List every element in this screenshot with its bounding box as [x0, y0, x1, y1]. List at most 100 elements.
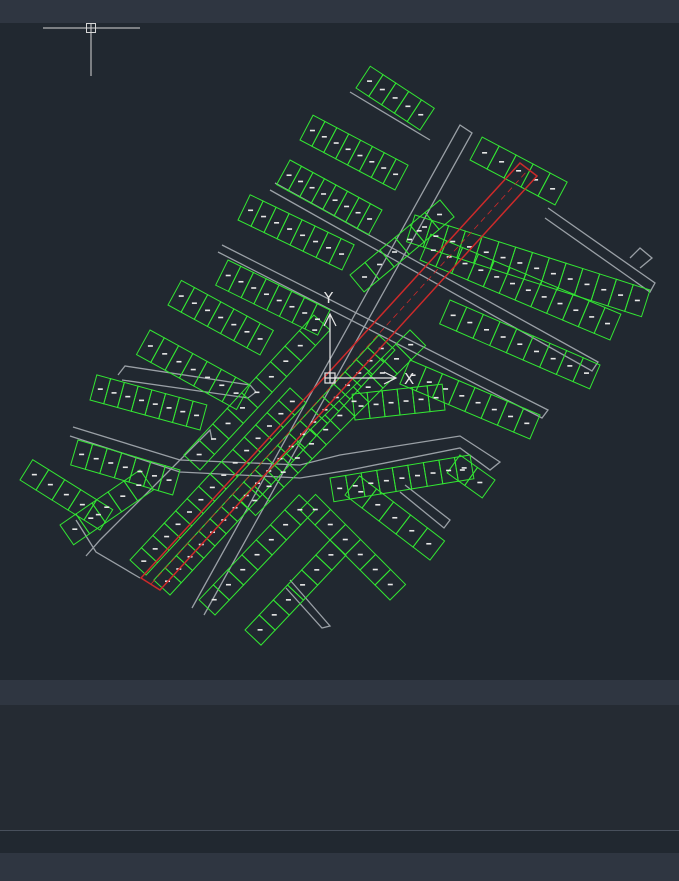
lot-number-label [297, 344, 303, 347]
lot-number-label [219, 384, 225, 387]
lot-number-label [280, 471, 286, 473]
lot-number-label [392, 516, 398, 519]
lot-number-label [367, 218, 373, 220]
ucs-y-label: Y [323, 289, 334, 307]
lot-number-label [342, 538, 348, 541]
lot-number-label [211, 598, 217, 601]
lot-number-label [567, 278, 573, 280]
lot-number-label [152, 548, 158, 550]
lot-number-label [375, 503, 381, 506]
lot-number-label [405, 105, 411, 108]
lot-number-label [508, 415, 514, 418]
lot-number-label [257, 338, 263, 340]
lot-number-label [337, 414, 343, 417]
lot-number-label [352, 485, 358, 487]
drawing-canvas[interactable]: Y X [0, 23, 679, 680]
lot-number-label [108, 462, 114, 464]
lot-number-label [79, 453, 85, 456]
lot-number-label [180, 410, 186, 413]
lot-number-label [263, 293, 269, 296]
lot-number-label [286, 174, 292, 177]
lot-number-label [524, 422, 530, 425]
lot-number-label [266, 425, 272, 427]
lot-number-label [365, 386, 371, 388]
lot-number-label [573, 309, 579, 312]
lot-number-label [297, 508, 303, 511]
site-plan-drawing[interactable]: Y X [0, 23, 679, 680]
lot-number-label [276, 299, 282, 302]
lot-number-label [358, 405, 364, 407]
lot-number-label [332, 199, 338, 202]
lot-number-label [557, 302, 563, 305]
lot-number-label [79, 503, 85, 506]
lot-number-label [368, 482, 374, 485]
highlighted-road-strip[interactable] [139, 161, 539, 591]
command-input[interactable] [0, 831, 679, 853]
lot-number-label [516, 170, 522, 172]
lot-number-label [351, 400, 357, 403]
lot-number-label [372, 568, 378, 571]
lot-number-label [478, 269, 484, 272]
lot-number-label [328, 554, 334, 556]
lot-number-label [162, 353, 168, 355]
lot-number-label [209, 486, 215, 489]
lot-number-label [379, 88, 385, 91]
lot-number-label [605, 322, 611, 325]
layout-tabs-strip [0, 680, 679, 705]
lot-number-label [323, 428, 329, 431]
lot-number-label [231, 323, 237, 326]
lot-number-label [254, 391, 260, 394]
lot-number-label [467, 321, 473, 324]
lot-number-label [266, 485, 272, 488]
lot-number-label [289, 400, 295, 403]
lot-number-label [337, 487, 343, 490]
lot-number-label [525, 289, 531, 292]
lot-number-label [550, 272, 556, 275]
lot-number-label [139, 399, 145, 402]
lot-number-label [475, 401, 481, 404]
lot-number-label [309, 443, 315, 445]
lot-number-label [309, 186, 315, 189]
lot-number-label [450, 240, 456, 243]
lot-number-label [294, 457, 300, 459]
lot-number-label [314, 318, 320, 321]
lot-number-label [416, 230, 422, 232]
lot-number-label [283, 360, 289, 363]
lot-number-label [327, 523, 333, 526]
lot-number-label [47, 483, 53, 486]
lot-number-label [462, 262, 468, 265]
lot-number-label [601, 288, 607, 291]
lot-number-label [268, 538, 274, 541]
lot-number-label [313, 240, 319, 243]
lot-number-label [300, 234, 306, 237]
lot-number-label [433, 235, 439, 237]
lot-number-label [345, 148, 351, 151]
lot-number-label [403, 400, 409, 402]
lot-number-label [533, 350, 539, 353]
lot-number-label [459, 395, 465, 397]
lot-number-label [355, 211, 361, 214]
lot-number-label [255, 437, 261, 440]
lot-parcels [19, 65, 651, 646]
lot-number-label [388, 401, 394, 404]
lot-number-label [459, 469, 465, 471]
lot-number-label [254, 553, 260, 556]
lot-number-label [141, 560, 147, 562]
lot-number-label [251, 287, 257, 289]
lot-number-label [63, 493, 69, 496]
lot-number-label [358, 490, 364, 493]
lot-labels [31, 80, 640, 631]
lot-number-label [446, 469, 452, 472]
lot-number-label [437, 213, 443, 216]
lot-number-label [164, 535, 170, 538]
lot-number-label [302, 312, 308, 314]
lot-number-label [176, 360, 182, 363]
lot-number-label [500, 336, 506, 338]
lot-number-label [95, 513, 101, 516]
lot-number-label [225, 274, 231, 277]
lot-number-label [221, 474, 227, 476]
lot-number-label [137, 470, 143, 473]
lot-number-label [104, 506, 110, 508]
road-right-stub [629, 247, 654, 269]
lot-number-label [409, 529, 415, 532]
